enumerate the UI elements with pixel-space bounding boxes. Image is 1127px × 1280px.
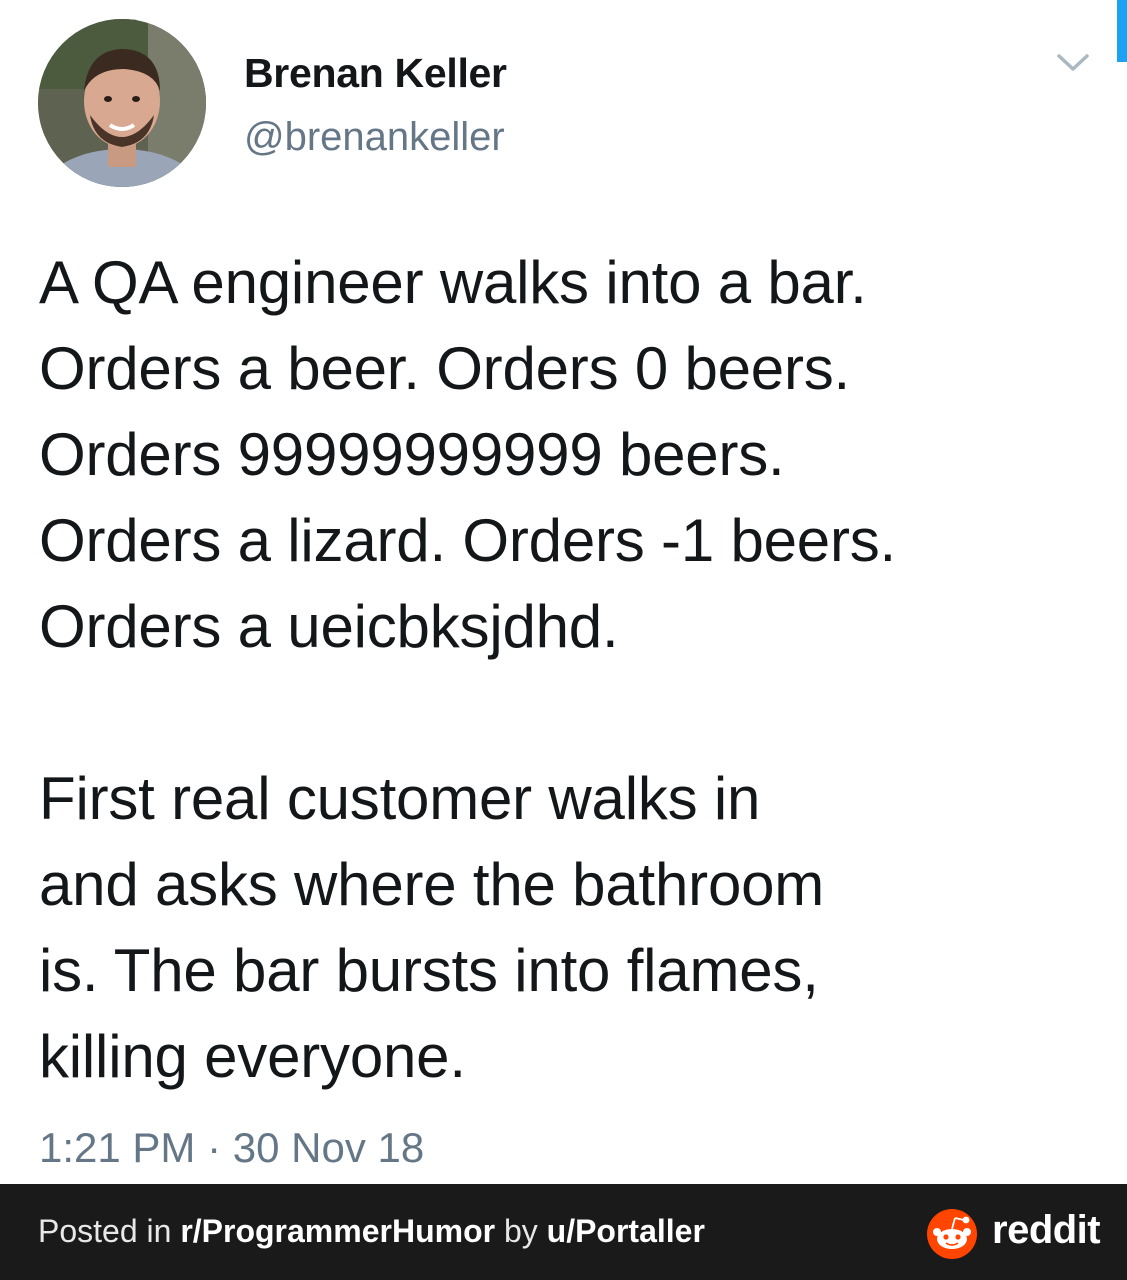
tweet-text-line: Orders a ueicbksjdhd. xyxy=(39,593,619,660)
tweet-text-line: First real customer walks in xyxy=(39,765,761,832)
tweet-timestamp[interactable]: 1:21 PM · 30 Nov 18 xyxy=(39,1124,424,1172)
post-attribution: Posted in r/ProgrammerHumor by u/Portall… xyxy=(38,1213,705,1250)
tweet-text-line: A QA engineer walks into a bar. xyxy=(39,249,867,316)
author-display-name[interactable]: Brenan Keller xyxy=(244,50,507,97)
tweet-text: A QA engineer walks into a bar. Orders a… xyxy=(39,240,1109,1100)
posted-in-label: Posted in xyxy=(38,1213,181,1249)
user-link[interactable]: u/Portaller xyxy=(547,1213,705,1249)
subreddit-link[interactable]: r/ProgrammerHumor xyxy=(180,1213,495,1249)
tweet-card: Brenan Keller @brenankeller A QA enginee… xyxy=(0,0,1127,1184)
reddit-snoo-icon xyxy=(924,1206,982,1260)
tweet-text-line: killing everyone. xyxy=(39,1023,466,1090)
chevron-down-icon[interactable] xyxy=(1055,51,1091,75)
tweet-text-line: Orders a beer. Orders 0 beers. xyxy=(39,335,851,402)
avatar[interactable] xyxy=(38,19,206,187)
by-label: by xyxy=(495,1213,547,1249)
reddit-wordmark: reddit xyxy=(992,1208,1101,1252)
author-handle[interactable]: @brenankeller xyxy=(244,115,505,160)
scroll-indicator xyxy=(1117,0,1127,62)
reddit-footer-bar: Posted in r/ProgrammerHumor by u/Portall… xyxy=(0,1184,1127,1280)
tweet-text-line: Orders a lizard. Orders -1 beers. xyxy=(39,507,897,574)
tweet-date: 30 Nov 18 xyxy=(232,1124,425,1171)
tweet-time: 1:21 PM xyxy=(39,1124,196,1171)
tweet-text-line: is. The bar bursts into flames, xyxy=(39,937,819,1004)
timestamp-separator: · xyxy=(207,1124,222,1171)
tweet-text-line: and asks where the bathroom xyxy=(39,851,825,918)
tweet-text-line: Orders 99999999999 beers. xyxy=(39,421,785,488)
